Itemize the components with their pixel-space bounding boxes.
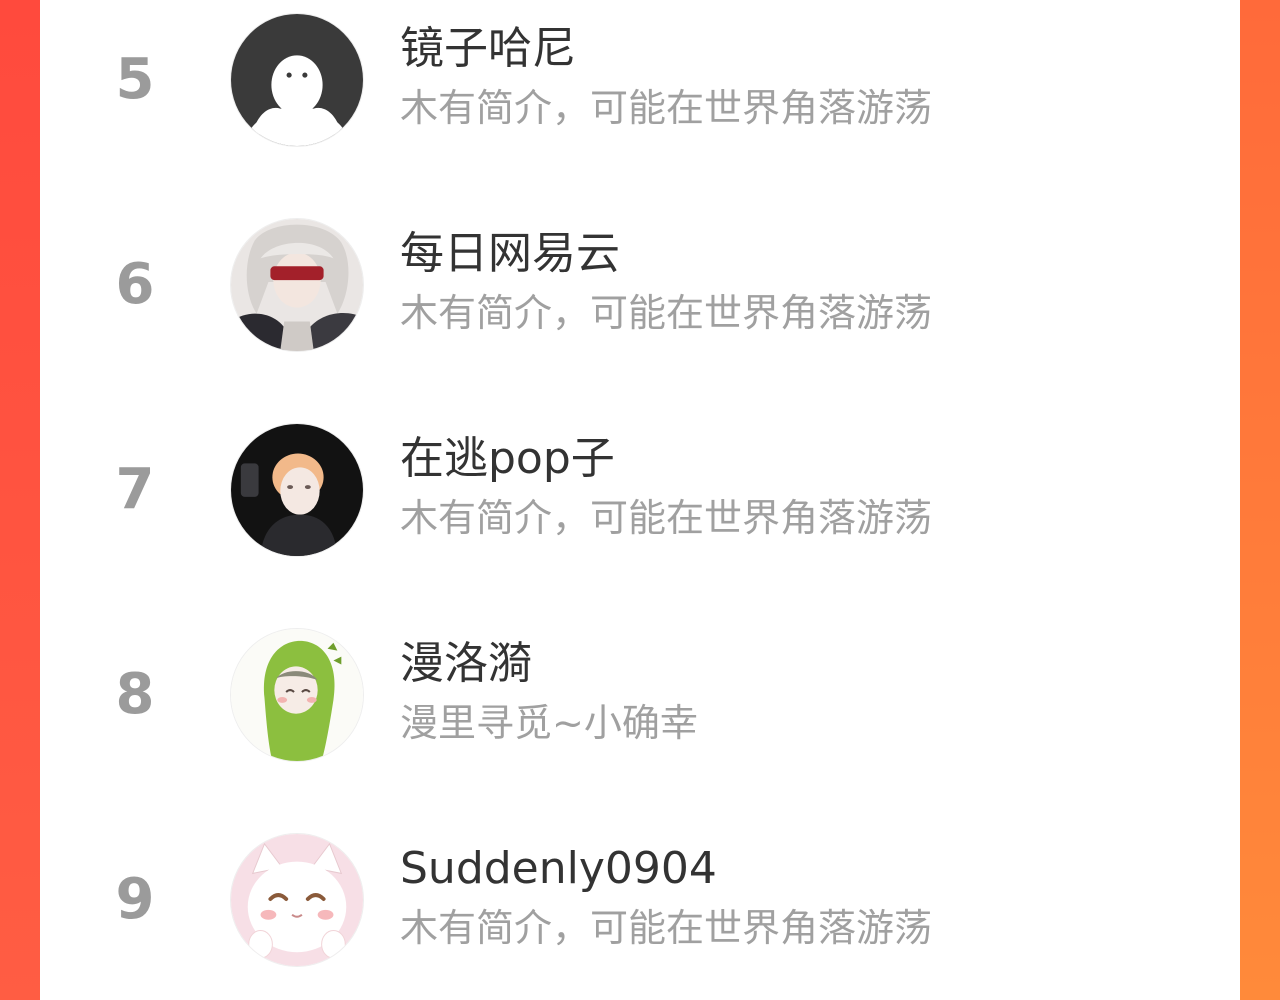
rank-number: 6 xyxy=(115,252,155,317)
avatar[interactable] xyxy=(230,833,364,967)
green-hood-avatar-icon xyxy=(231,629,363,761)
list-item[interactable]: 9 Suddenly0904 木有简介，可能在世界角落游荡 xyxy=(40,825,1240,975)
user-bio: 木有简介，可能在世界角落游荡 xyxy=(400,291,933,335)
rank-number: 9 xyxy=(115,867,155,932)
default-ghost-avatar-icon xyxy=(231,14,363,146)
list-item[interactable]: 5 镜子哈尼 木有简介，可能在世界角落游荡 xyxy=(40,5,1240,155)
gradient-border-left xyxy=(0,0,40,1000)
user-name[interactable]: 每日网易云 xyxy=(400,224,620,284)
user-bio: 木有简介，可能在世界角落游荡 xyxy=(400,496,933,540)
rank-number: 5 xyxy=(115,47,155,112)
user-name[interactable]: Suddenly0904 xyxy=(400,839,717,899)
white-cat-avatar-icon xyxy=(231,834,363,966)
user-name[interactable]: 在逃pop子 xyxy=(400,429,615,489)
user-name[interactable]: 镜子哈尼 xyxy=(400,19,576,79)
ranking-card: 5 镜子哈尼 木有简介，可能在世界角落游荡 6 每日网易云 木有简介，可能在世界… xyxy=(40,0,1240,1000)
ranking-page: 5 镜子哈尼 木有简介，可能在世界角落游荡 6 每日网易云 木有简介，可能在世界… xyxy=(0,0,1280,1000)
list-item[interactable]: 6 每日网易云 木有简介，可能在世界角落游荡 xyxy=(40,210,1240,360)
dark-portrait-avatar-icon xyxy=(231,424,363,556)
user-name[interactable]: 漫洛漪 xyxy=(400,634,532,694)
avatar[interactable] xyxy=(230,218,364,352)
rank-number: 8 xyxy=(115,662,155,727)
avatar[interactable] xyxy=(230,423,364,557)
avatar[interactable] xyxy=(230,628,364,762)
list-item[interactable]: 7 在逃pop子 木有简介，可能在世界角落游荡 xyxy=(40,415,1240,565)
user-bio: 木有简介，可能在世界角落游荡 xyxy=(400,86,933,130)
avatar[interactable] xyxy=(230,13,364,147)
user-bio: 漫里寻觅~小确幸 xyxy=(400,701,698,745)
list-item[interactable]: 8 漫洛漪 漫里寻觅~小确幸 xyxy=(40,620,1240,770)
anime-character-avatar-icon xyxy=(231,219,363,351)
user-ranking-list: 5 镜子哈尼 木有简介，可能在世界角落游荡 6 每日网易云 木有简介，可能在世界… xyxy=(40,0,1240,1000)
rank-number: 7 xyxy=(115,457,155,522)
gradient-border-right xyxy=(1240,0,1280,1000)
user-bio: 木有简介，可能在世界角落游荡 xyxy=(400,906,933,950)
